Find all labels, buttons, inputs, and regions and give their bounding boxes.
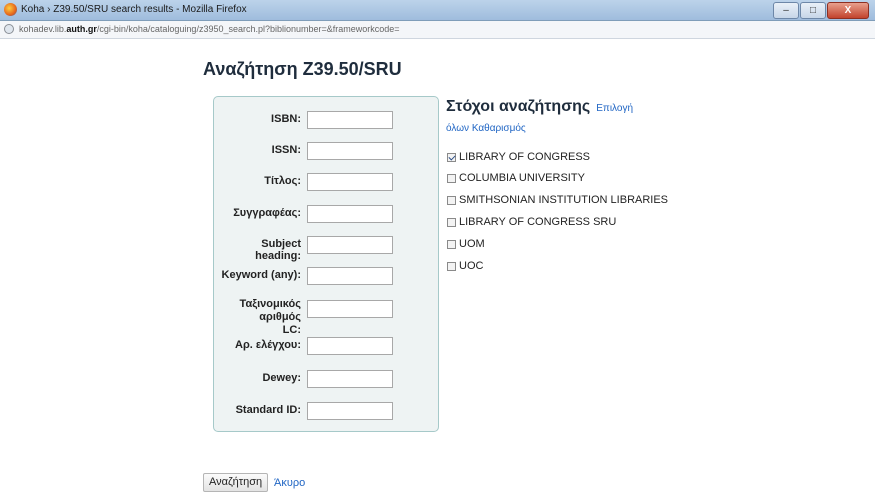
issn-input[interactable]	[307, 142, 393, 160]
firefox-icon	[4, 3, 17, 16]
url-text[interactable]: kohadev.lib.auth.gr/cgi-bin/koha/catalog…	[19, 24, 400, 34]
lc-call-number-input[interactable]	[307, 300, 393, 318]
standard-id-label: Standard ID:	[235, 404, 301, 416]
target-item[interactable]: COLUMBIA UNIVERSITY	[447, 172, 585, 184]
lc-call-number-label: Ταξινομικός αριθμός LC:	[239, 298, 301, 336]
subject-heading-input[interactable]	[307, 236, 393, 254]
target-checkbox[interactable]	[447, 195, 456, 205]
maximize-button[interactable]: □	[800, 2, 826, 19]
target-checkbox[interactable]	[447, 239, 456, 249]
author-label: Συγγραφέας:	[233, 207, 301, 219]
target-item[interactable]: SMITHSONIAN INSTITUTION LIBRARIES	[447, 194, 668, 206]
clear-link[interactable]: Καθαρισμός	[472, 123, 526, 134]
target-checkbox[interactable]	[447, 173, 456, 183]
cancel-link[interactable]: Άκυρο	[274, 477, 305, 489]
title-input[interactable]	[307, 173, 393, 191]
control-number-input[interactable]	[307, 337, 393, 355]
search-form: ISBN: ISSN: Τίτλος: Συγγραφέας: Subject …	[213, 96, 439, 432]
globe-icon	[4, 24, 14, 34]
search-button[interactable]: Αναζήτηση	[203, 473, 269, 492]
keyword-input[interactable]	[307, 267, 393, 285]
target-item[interactable]: LIBRARY OF CONGRESS SRU	[447, 216, 616, 228]
window-titlebar: Koha › Z39.50/SRU search results - Mozil…	[0, 0, 875, 21]
target-label: LIBRARY OF CONGRESS SRU	[459, 216, 617, 228]
address-bar[interactable]: kohadev.lib.auth.gr/cgi-bin/koha/catalog…	[0, 21, 875, 39]
target-checkbox[interactable]	[447, 261, 456, 271]
target-checkbox[interactable]	[447, 152, 456, 162]
close-button[interactable]: X	[827, 2, 869, 19]
subject-heading-label: Subject heading:	[255, 238, 301, 262]
target-label: UOM	[459, 238, 485, 250]
target-item[interactable]: LIBRARY OF CONGRESS	[447, 151, 590, 163]
targets-heading: Στόχοι αναζήτησης Επιλογή	[446, 98, 634, 115]
window-title: Koha › Z39.50/SRU search results - Mozil…	[21, 4, 247, 15]
minimize-button[interactable]: –	[773, 2, 799, 19]
dewey-input[interactable]	[307, 370, 393, 388]
title-label: Τίτλος:	[264, 175, 301, 187]
targets-links: όλων Καθαρισμός	[446, 123, 526, 134]
select-all-link[interactable]: Επιλογή	[596, 103, 633, 114]
target-label: UOC	[459, 260, 484, 272]
dewey-label: Dewey:	[262, 372, 301, 384]
issn-label: ISSN:	[271, 144, 301, 156]
target-checkbox[interactable]	[447, 217, 456, 227]
author-input[interactable]	[307, 205, 393, 223]
page-title: Αναζήτηση Z39.50/SRU	[203, 59, 402, 79]
isbn-input[interactable]	[307, 111, 393, 129]
target-label: LIBRARY OF CONGRESS	[459, 151, 591, 163]
isbn-label: ISBN:	[271, 113, 301, 125]
select-all-link-continued[interactable]: όλων	[446, 123, 469, 134]
target-item[interactable]: UOM	[447, 238, 485, 250]
target-label: SMITHSONIAN INSTITUTION LIBRARIES	[459, 194, 669, 206]
target-item[interactable]: UOC	[447, 260, 483, 272]
control-number-label: Αρ. ελέγχου:	[235, 339, 301, 351]
window-controls: – □ X	[772, 2, 869, 19]
keyword-label: Keyword (any):	[221, 269, 301, 281]
standard-id-input[interactable]	[307, 402, 393, 420]
target-label: COLUMBIA UNIVERSITY	[459, 172, 585, 184]
